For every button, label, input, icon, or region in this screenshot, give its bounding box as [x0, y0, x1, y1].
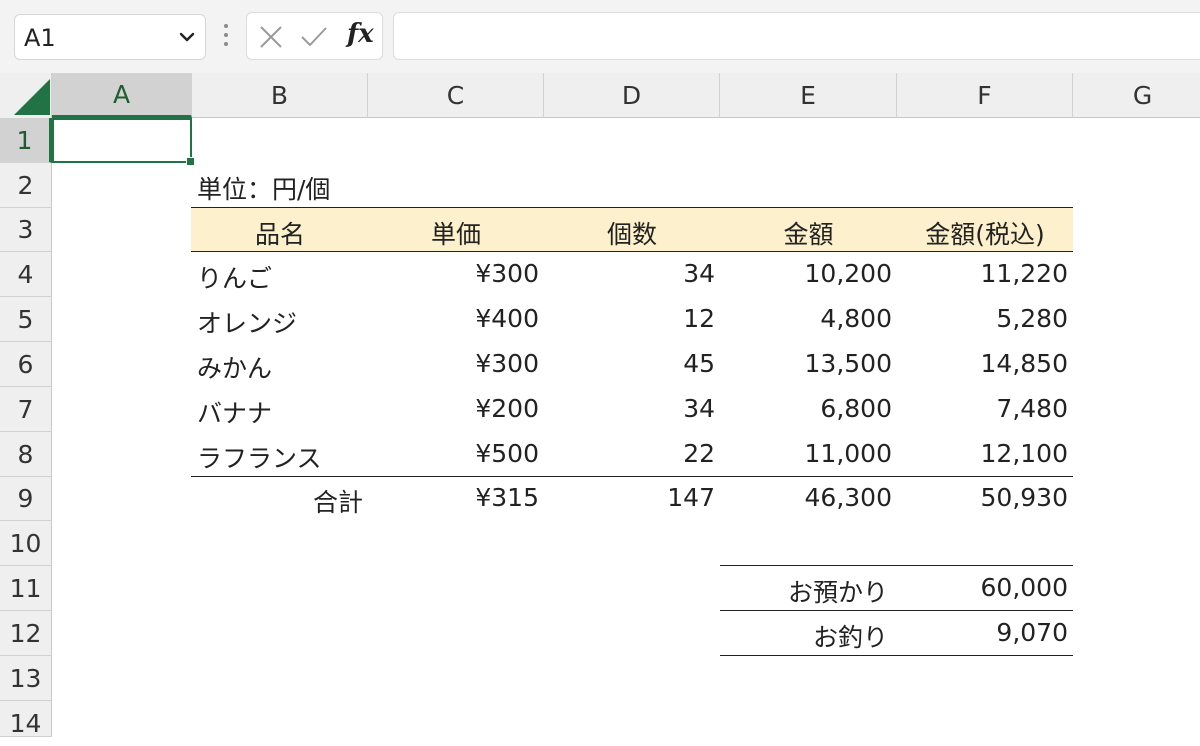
- active-cell-a1[interactable]: [52, 118, 192, 163]
- item-qty-cell[interactable]: 34: [544, 394, 715, 423]
- item-amount-tax-cell[interactable]: 5,280: [897, 304, 1068, 333]
- payment-mid-border: [720, 610, 1073, 611]
- row-header-5[interactable]: 5: [0, 297, 52, 342]
- item-name-cell[interactable]: バナナ: [197, 394, 272, 430]
- header-amount-tax[interactable]: 金額(税込): [897, 215, 1073, 251]
- received-label[interactable]: お預かり: [720, 573, 888, 609]
- total-label[interactable]: 合計: [192, 483, 363, 519]
- item-amount-cell[interactable]: 4,800: [720, 304, 892, 333]
- table-top-border: [191, 207, 1073, 208]
- item-amount-tax-cell[interactable]: 14,850: [897, 349, 1068, 378]
- chevron-down-icon[interactable]: [177, 27, 197, 47]
- row-header-4[interactable]: 4: [0, 252, 52, 297]
- column-header-g[interactable]: G: [1073, 73, 1200, 118]
- column-header-d[interactable]: D: [544, 73, 720, 118]
- row-header-13[interactable]: 13: [0, 656, 52, 701]
- row-header-9[interactable]: 9: [0, 477, 52, 521]
- total-amount-cell[interactable]: 46,300: [720, 483, 892, 512]
- item-price-cell[interactable]: ¥400: [368, 304, 539, 333]
- item-amount-cell[interactable]: 11,000: [720, 439, 892, 468]
- total-amount-tax-cell[interactable]: 50,930: [897, 483, 1068, 512]
- item-price-cell[interactable]: ¥200: [368, 394, 539, 423]
- table-header-border: [191, 251, 1073, 252]
- row-header-10[interactable]: 10: [0, 521, 52, 566]
- name-box-value: A1: [24, 24, 56, 52]
- formula-buttons: fx: [246, 12, 383, 60]
- item-qty-cell[interactable]: 22: [544, 439, 715, 468]
- row-header-7[interactable]: 7: [0, 387, 52, 432]
- item-amount-tax-cell[interactable]: 7,480: [897, 394, 1068, 423]
- column-header-c[interactable]: C: [368, 73, 544, 118]
- change-value[interactable]: 9,070: [897, 618, 1068, 647]
- name-box[interactable]: A1: [14, 14, 206, 60]
- item-qty-cell[interactable]: 34: [544, 259, 715, 288]
- change-label[interactable]: お釣り: [720, 618, 888, 654]
- item-amount-cell[interactable]: 6,800: [720, 394, 892, 423]
- row-header-3[interactable]: 3: [0, 208, 52, 252]
- item-price-cell[interactable]: ¥300: [368, 259, 539, 288]
- header-item-name[interactable]: 品名: [192, 215, 368, 251]
- column-header-b[interactable]: B: [192, 73, 368, 118]
- item-amount-cell[interactable]: 10,200: [720, 259, 892, 288]
- total-price-cell[interactable]: ¥315: [368, 483, 539, 512]
- more-options-icon[interactable]: [220, 24, 232, 52]
- item-qty-cell[interactable]: 45: [544, 349, 715, 378]
- received-value[interactable]: 60,000: [897, 573, 1068, 602]
- insert-function-button[interactable]: fx: [347, 19, 374, 49]
- item-name-cell[interactable]: ラフランス: [197, 439, 322, 475]
- select-all-triangle-icon: [14, 79, 50, 115]
- row-header-2[interactable]: 2: [0, 163, 52, 208]
- payment-top-border: [720, 565, 1073, 566]
- column-header-a[interactable]: A: [52, 73, 192, 118]
- item-price-cell[interactable]: ¥500: [368, 439, 539, 468]
- total-qty-cell[interactable]: 147: [544, 483, 715, 512]
- header-unit-price[interactable]: 単価: [368, 215, 544, 251]
- unit-label[interactable]: 単位：円/個: [197, 170, 330, 206]
- item-amount-cell[interactable]: 13,500: [720, 349, 892, 378]
- fill-handle[interactable]: [186, 157, 195, 166]
- item-qty-cell[interactable]: 12: [544, 304, 715, 333]
- row-header-12[interactable]: 12: [0, 611, 52, 656]
- row-header-1[interactable]: 1: [0, 118, 52, 163]
- payment-bottom-border: [720, 655, 1073, 656]
- row-header-14[interactable]: 14: [0, 701, 52, 738]
- table-total-border: [191, 476, 1073, 477]
- formula-bar-area: A1 fx: [0, 0, 1200, 73]
- cancel-icon[interactable]: [256, 22, 286, 52]
- column-header-f[interactable]: F: [897, 73, 1073, 118]
- row-header-8[interactable]: 8: [0, 432, 52, 477]
- header-amount[interactable]: 金額: [720, 215, 897, 251]
- select-all-button[interactable]: [0, 73, 52, 118]
- item-name-cell[interactable]: オレンジ: [197, 304, 297, 340]
- column-header-e[interactable]: E: [720, 73, 897, 118]
- formula-input[interactable]: [393, 12, 1200, 60]
- enter-check-icon[interactable]: [299, 22, 329, 52]
- row-header-11[interactable]: 11: [0, 566, 52, 611]
- row-header-6[interactable]: 6: [0, 342, 52, 387]
- item-price-cell[interactable]: ¥300: [368, 349, 539, 378]
- item-amount-tax-cell[interactable]: 11,220: [897, 259, 1068, 288]
- header-quantity[interactable]: 個数: [544, 215, 720, 251]
- item-amount-tax-cell[interactable]: 12,100: [897, 439, 1068, 468]
- item-name-cell[interactable]: みかん: [197, 349, 272, 385]
- item-name-cell[interactable]: りんご: [197, 259, 272, 295]
